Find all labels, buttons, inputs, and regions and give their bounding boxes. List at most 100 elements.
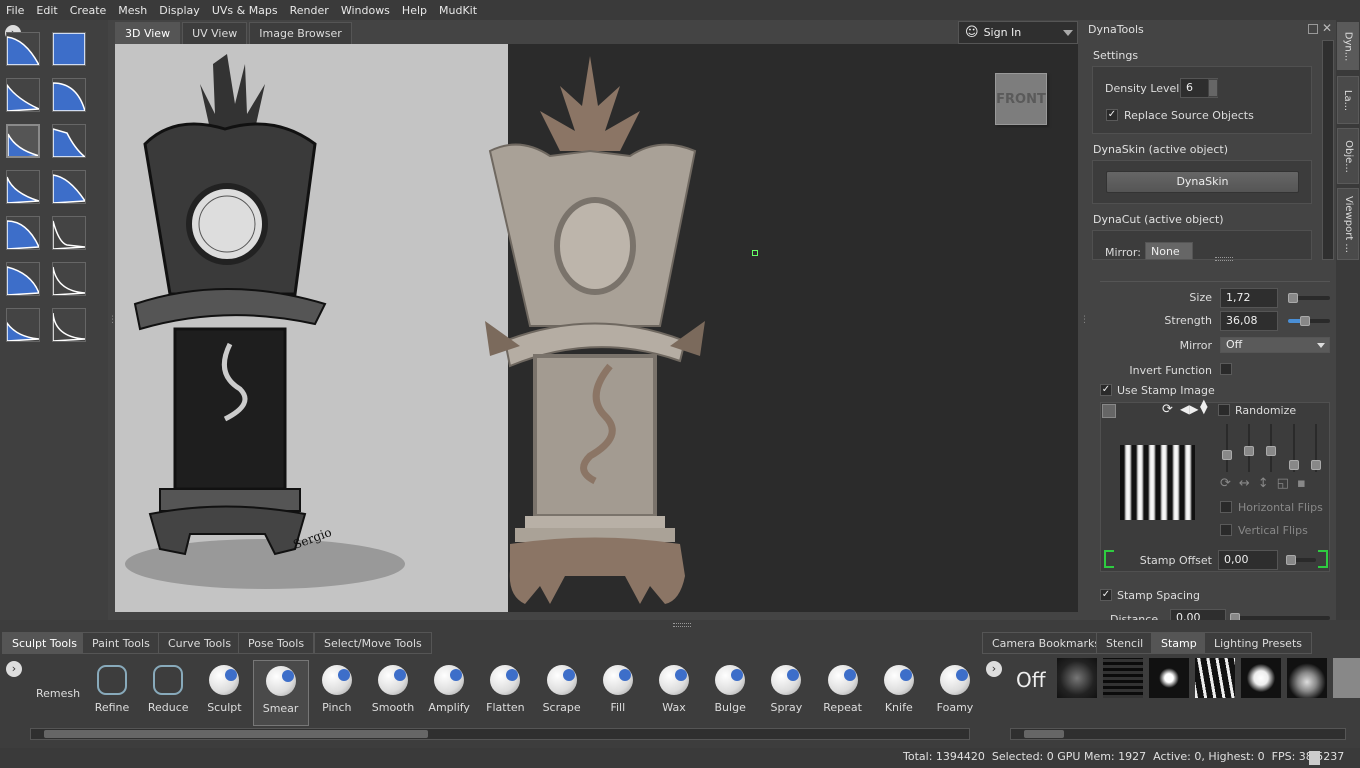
panel-drag-handle[interactable]: ⋮ (1080, 315, 1089, 325)
use-stamp-checkbox[interactable]: ✓ (1100, 384, 1112, 396)
tool-smooth[interactable]: Smooth (365, 660, 421, 714)
viewport-splitter[interactable]: ⋮ (108, 315, 117, 329)
tab-uv-view[interactable]: UV View (182, 22, 248, 44)
stamp-thumb-smoke[interactable] (1287, 658, 1327, 698)
dynacut-mirror-select[interactable]: None (1145, 242, 1193, 260)
sign-in-dropdown[interactable]: ☺ Sign In (958, 21, 1078, 44)
stamp-thumb-noise[interactable] (1057, 658, 1097, 698)
tool-smear[interactable]: Smear (252, 660, 309, 726)
falloff-curve-preset[interactable] (52, 262, 86, 296)
side-tab-viewport[interactable]: Viewport ... (1337, 188, 1359, 260)
falloff-curve-preset[interactable] (6, 170, 40, 204)
tab-lighting-presets[interactable]: Lighting Presets (1204, 632, 1312, 654)
tool-bulge[interactable]: Bulge (702, 660, 758, 714)
side-tab-layers[interactable]: La... (1337, 76, 1359, 124)
tool-foamy[interactable]: Foamy (927, 660, 983, 714)
stamp-thumb-splat[interactable] (1149, 658, 1189, 698)
dynatools-scrollbar[interactable] (1322, 40, 1334, 260)
tool-scrape[interactable]: Scrape (534, 660, 590, 714)
panel-splitter[interactable] (1215, 257, 1233, 261)
size-slider-handle[interactable] (1288, 293, 1298, 303)
view-cube[interactable]: FRONT (995, 73, 1047, 125)
menu-mudkit[interactable]: MudKit (433, 4, 483, 17)
menu-uvs-maps[interactable]: UVs & Maps (206, 4, 284, 17)
falloff-curve-preset[interactable] (52, 216, 86, 250)
stamp-thumb-cloud[interactable] (1241, 658, 1281, 698)
strength-field[interactable]: 36,08 (1220, 311, 1278, 331)
stamp-thumb-rock[interactable] (1333, 658, 1360, 698)
tool-spray[interactable]: Spray (758, 660, 814, 714)
3d-viewport[interactable]: Sergio FRONT (115, 44, 1078, 612)
stamp-thumb-stripes[interactable] (1195, 658, 1235, 698)
tab-sculpt-tools[interactable]: Sculpt Tools (2, 632, 87, 654)
horizontal-flips-checkbox[interactable] (1220, 501, 1232, 513)
close-panel-icon[interactable]: ✕ (1322, 21, 1332, 35)
tool-fill[interactable]: Fill (590, 660, 646, 714)
tool-refine[interactable]: Refine (84, 660, 140, 714)
tab-paint-tools[interactable]: Paint Tools (82, 632, 160, 654)
flip-horizontal-icon[interactable]: ◀▶ (1180, 402, 1198, 416)
tab-stamp[interactable]: Stamp (1151, 632, 1207, 654)
menu-display[interactable]: Display (153, 4, 206, 17)
falloff-curve-preset[interactable] (6, 32, 40, 66)
falloff-curve-preset[interactable] (6, 216, 40, 250)
tab-3d-view[interactable]: 3D View (115, 22, 181, 44)
menu-help[interactable]: Help (396, 4, 433, 17)
tab-camera-bookmarks[interactable]: Camera Bookmarks (982, 632, 1111, 654)
stamp-off-button[interactable]: Off (1016, 668, 1046, 692)
tool-sculpt[interactable]: Sculpt (196, 660, 252, 714)
mirror-select[interactable]: Off (1220, 337, 1330, 353)
tool-wax[interactable]: Wax (646, 660, 702, 714)
falloff-curve-preset[interactable] (6, 124, 40, 158)
falloff-curve-preset[interactable] (52, 32, 86, 66)
falloff-curve-preset[interactable] (6, 262, 40, 296)
tool-reduce[interactable]: Reduce (140, 660, 196, 714)
tab-curve-tools[interactable]: Curve Tools (158, 632, 242, 654)
tool-pinch[interactable]: Pinch (309, 660, 365, 714)
menu-mesh[interactable]: Mesh (112, 4, 153, 17)
tools-scroll-thumb[interactable] (44, 730, 428, 738)
falloff-curve-preset[interactable] (6, 78, 40, 112)
tab-pose-tools[interactable]: Pose Tools (238, 632, 315, 654)
menu-edit[interactable]: Edit (30, 4, 63, 17)
remesh-label[interactable]: Remesh (36, 687, 80, 700)
stamp-image-preview[interactable] (1120, 445, 1195, 520)
rotate-icon[interactable]: ⟳ (1162, 402, 1173, 417)
stamp-scroll-thumb[interactable] (1024, 730, 1064, 738)
tray-expand-icon[interactable]: › (6, 661, 22, 677)
flip-vertical-icon[interactable]: ▲ ▼ (1200, 399, 1208, 416)
falloff-curve-preset[interactable] (52, 170, 86, 204)
replace-source-checkbox[interactable]: ✓ (1106, 109, 1118, 121)
tool-amplify[interactable]: Amplify (421, 660, 477, 714)
stamp-offset-handle[interactable] (1286, 555, 1296, 565)
tab-select-move-tools[interactable]: Select/Move Tools (314, 632, 432, 654)
strength-slider-handle[interactable] (1300, 316, 1310, 326)
clock-3d-model[interactable] (480, 56, 710, 612)
invert-function-checkbox[interactable] (1220, 363, 1232, 375)
falloff-curve-preset[interactable] (6, 308, 40, 342)
menu-create[interactable]: Create (64, 4, 113, 17)
menu-file[interactable]: File (0, 4, 30, 17)
tool-repeat[interactable]: Repeat (815, 660, 871, 714)
side-tab-dyn[interactable]: Dyn... (1337, 22, 1359, 70)
stamp-spacing-checkbox[interactable]: ✓ (1100, 589, 1112, 601)
float-panel-icon[interactable] (1308, 24, 1318, 34)
dynaskin-button[interactable]: DynaSkin (1106, 171, 1299, 193)
stamp-adjust-sliders[interactable] (1218, 424, 1328, 474)
vertical-flips-checkbox[interactable] (1220, 524, 1232, 536)
menu-windows[interactable]: Windows (335, 4, 396, 17)
size-field[interactable]: 1,72 (1220, 288, 1278, 308)
tab-stencil[interactable]: Stencil (1096, 632, 1154, 654)
menu-render[interactable]: Render (284, 4, 335, 17)
falloff-curve-preset[interactable] (52, 124, 86, 158)
stamp-expand-icon[interactable]: › (986, 661, 1002, 677)
tool-knife[interactable]: Knife (871, 660, 927, 714)
stamp-offset-field[interactable]: 0,00 (1218, 550, 1278, 570)
tray-splitter[interactable] (673, 623, 691, 627)
randomize-checkbox[interactable] (1218, 404, 1230, 416)
falloff-curve-preset[interactable] (52, 308, 86, 342)
density-stepper-icon[interactable] (1208, 79, 1218, 97)
stamp-pick-icon[interactable] (1102, 404, 1116, 418)
tool-flatten[interactable]: Flatten (477, 660, 533, 714)
side-tab-objects[interactable]: Obje... (1337, 128, 1359, 184)
